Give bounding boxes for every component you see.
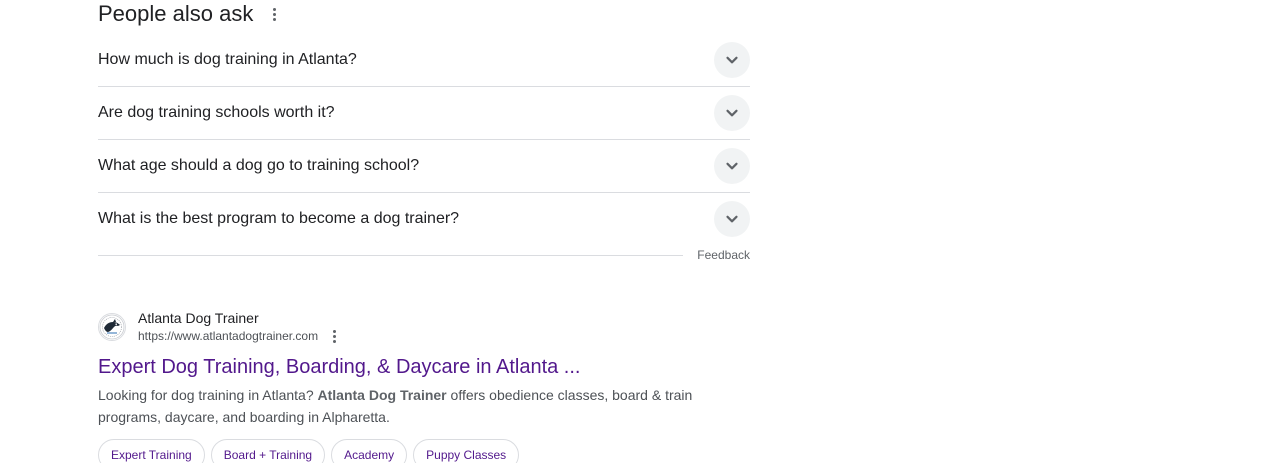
paa-question-row[interactable]: How much is dog training in Atlanta? — [98, 34, 750, 87]
paa-question-text: What is the best program to become a dog… — [98, 210, 460, 227]
chevron-down-icon — [726, 109, 738, 117]
site-url[interactable]: https://www.atlantadogtrainer.com — [138, 329, 318, 343]
feedback-link[interactable]: Feedback — [697, 248, 750, 262]
paa-question-list: How much is dog training in Atlanta? Are… — [98, 34, 750, 245]
expand-button[interactable] — [714, 148, 750, 184]
chevron-down-icon — [726, 56, 738, 64]
search-result: Atlanta Dog Trainer https://www.atlantad… — [98, 309, 750, 463]
chevron-down-icon — [726, 162, 738, 170]
sitelink-chip-expert-training[interactable]: Expert Training — [98, 439, 205, 463]
more-vert-icon[interactable] — [266, 4, 282, 24]
site-name[interactable]: Atlanta Dog Trainer — [138, 309, 342, 327]
paa-question-text: How much is dog training in Atlanta? — [98, 51, 357, 68]
snippet-highlight: Atlanta Dog Trainer — [317, 387, 447, 403]
expand-button[interactable] — [714, 42, 750, 78]
site-meta: Atlanta Dog Trainer https://www.atlantad… — [138, 309, 342, 345]
expand-button[interactable] — [714, 201, 750, 237]
paa-question-text: What age should a dog go to training sch… — [98, 157, 420, 174]
sitelink-chip-academy[interactable]: Academy — [331, 439, 408, 463]
paa-title: People also ask — [98, 1, 254, 26]
paa-question-row[interactable]: What age should a dog go to training sch… — [98, 140, 750, 193]
dog-logo-icon — [99, 314, 125, 340]
result-source: Atlanta Dog Trainer https://www.atlantad… — [98, 309, 750, 345]
search-results-page: People also ask How much is dog training… — [0, 0, 1280, 463]
result-snippet: Looking for dog training in Atlanta? Atl… — [98, 384, 718, 428]
paa-header: People also ask — [98, 0, 750, 28]
sitelink-chip-puppy-classes[interactable]: Puppy Classes — [413, 439, 520, 463]
paa-question-row[interactable]: Are dog training schools worth it? — [98, 87, 750, 140]
snippet-text: Looking for dog training in Atlanta? — [98, 387, 318, 403]
sitelink-chips: Expert Training Board + Training Academy… — [98, 439, 750, 463]
site-url-row: https://www.atlantadogtrainer.com — [138, 327, 342, 345]
people-also-ask: People also ask How much is dog training… — [98, 0, 750, 245]
more-vert-icon[interactable] — [326, 328, 342, 344]
sitelink-chip-board-training[interactable]: Board + Training — [210, 439, 326, 463]
divider — [98, 254, 684, 256]
paa-question-row[interactable]: What is the best program to become a dog… — [98, 193, 750, 245]
expand-button[interactable] — [714, 95, 750, 131]
paa-footer: Feedback — [98, 246, 750, 264]
result-title-link[interactable]: Expert Dog Training, Boarding, & Daycare… — [98, 354, 750, 380]
site-favicon[interactable] — [98, 313, 126, 341]
paa-question-text: Are dog training schools worth it? — [98, 104, 335, 121]
chevron-down-icon — [726, 215, 738, 223]
